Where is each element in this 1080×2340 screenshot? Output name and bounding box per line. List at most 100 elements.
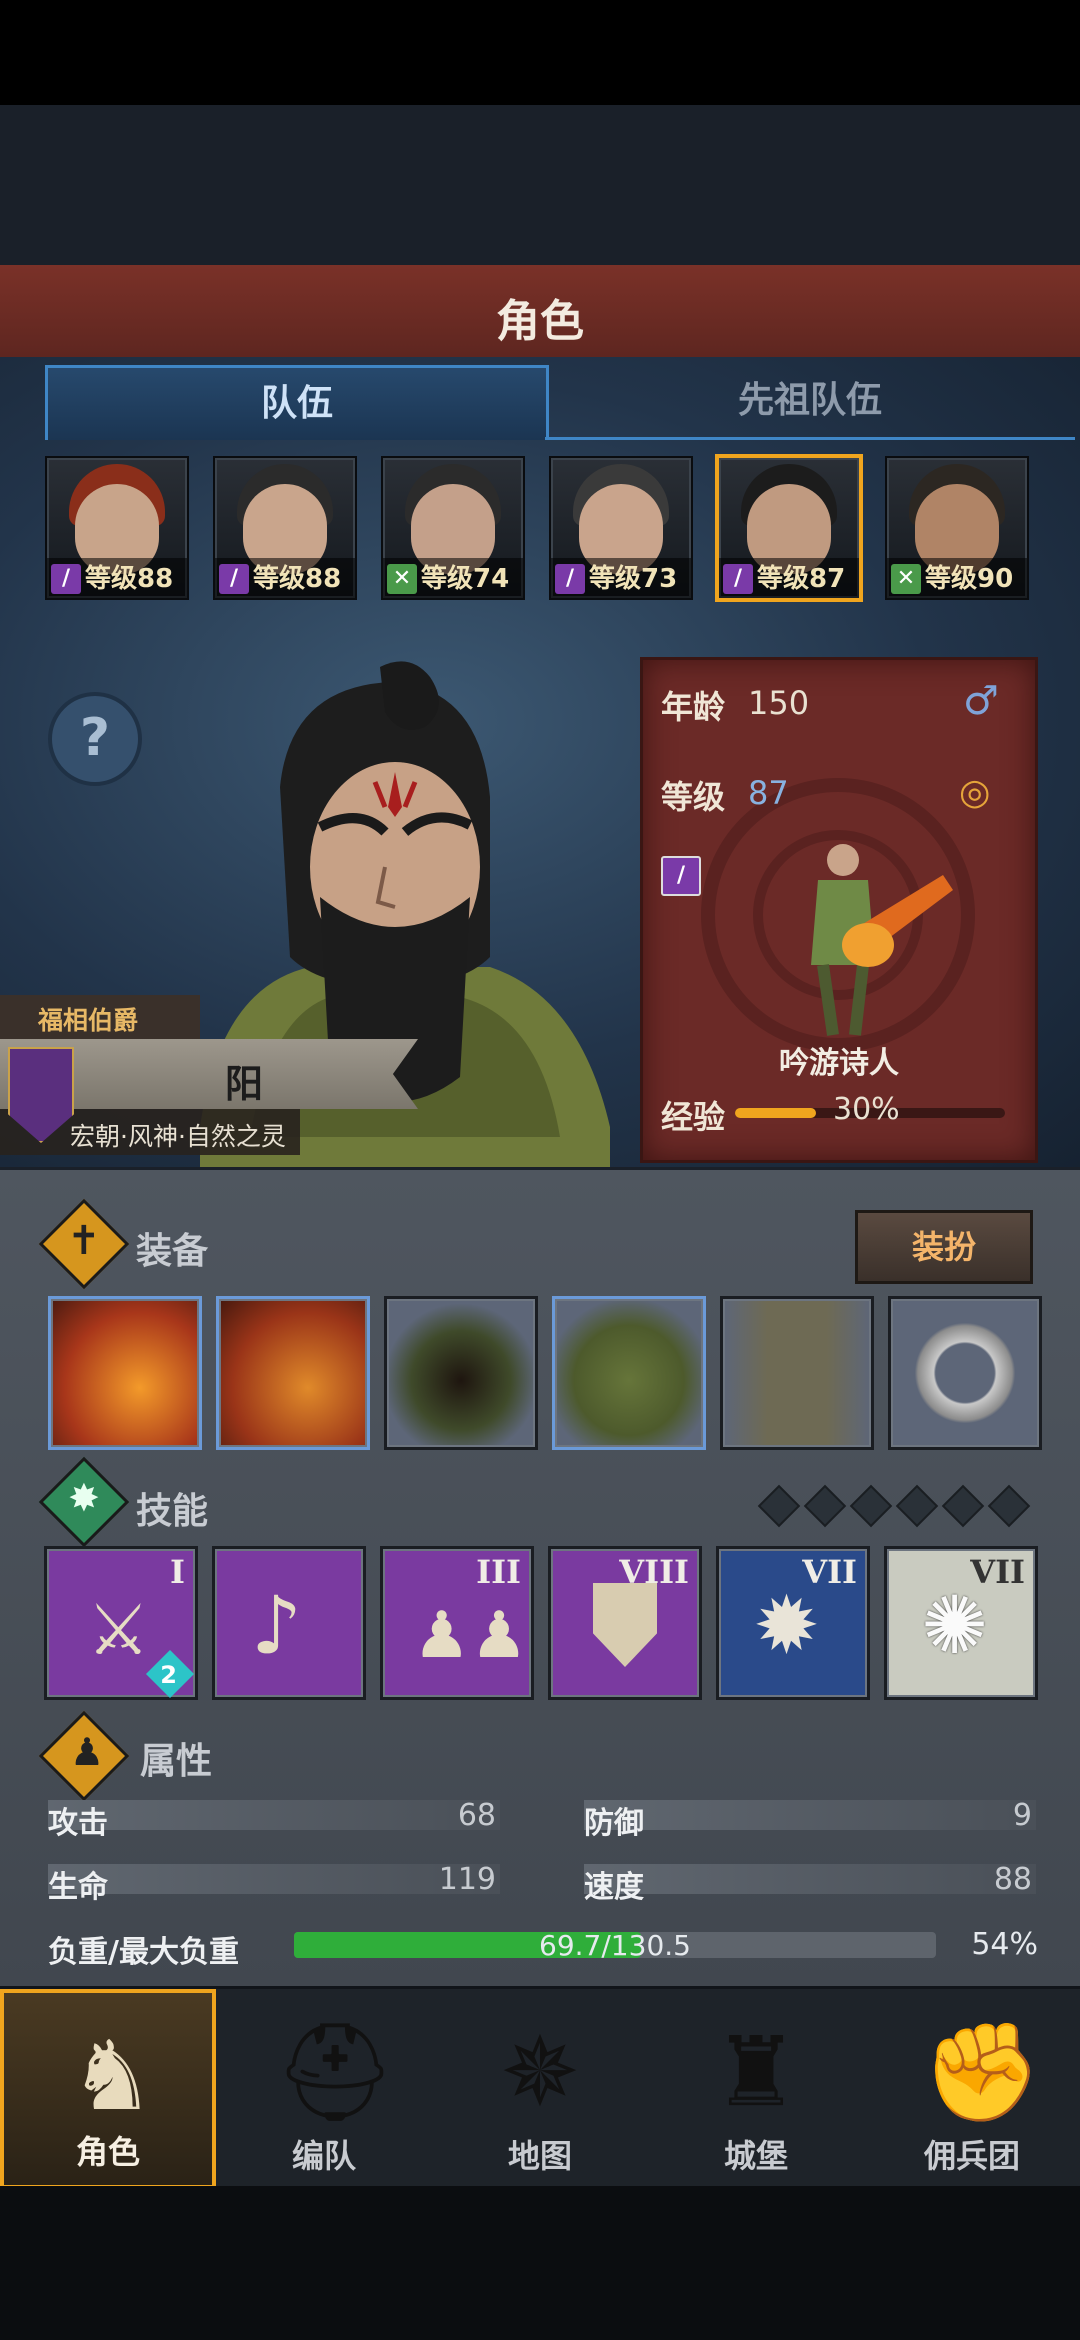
skill-rank: III [476, 1553, 521, 1591]
shield-skill-icon[interactable]: VIII [548, 1546, 702, 1700]
hp-label: 生命 [48, 1870, 108, 1905]
attack-value: 68 [457, 1798, 496, 1833]
level-strip: / 等级88 [215, 558, 355, 598]
castle-icon: ♜ [712, 2016, 800, 2128]
hp-value: 119 [438, 1862, 496, 1897]
party-member-portrait-selected[interactable]: / 等级87 [715, 454, 863, 602]
party-level: 等级88 [85, 564, 174, 594]
ring-icon[interactable]: ◎ [959, 772, 990, 813]
page-header: 角色 [0, 265, 1080, 360]
defense-value: 9 [1012, 1798, 1032, 1833]
dagger-skill-icon[interactable]: I ⚔ 2 [44, 1546, 198, 1700]
skill-badge-count: 2 [160, 1661, 177, 1689]
star-glyph: ✸ [68, 1476, 100, 1520]
bow-icon: ✕ [891, 564, 921, 594]
age-label: 年龄 [661, 688, 726, 726]
system-nav-area [0, 2186, 1080, 2340]
party-level: 等级88 [253, 564, 342, 594]
tab-ancestor-team[interactable]: 先祖队伍 [545, 365, 1075, 440]
compass-icon: ✵ [499, 2016, 581, 2128]
helmet-icon: ⛑ [274, 2016, 396, 2128]
crystal-note-icon[interactable]: ♪ [212, 1546, 366, 1700]
level-strip: / 等级87 [719, 558, 859, 598]
burst-skill-icon[interactable]: VII ✹ [716, 1546, 870, 1700]
nav-formation[interactable]: ⛑ 编队 [216, 1989, 432, 2189]
nav-label: 编队 [291, 2137, 356, 2175]
level-strip: / 等级73 [551, 558, 691, 598]
level-strip: / 等级88 [47, 558, 187, 598]
nav-character[interactable]: ♞ 角色 [0, 1989, 216, 2189]
male-icon: ♂ [963, 678, 999, 724]
nav-mercenary[interactable]: ✊ 佣兵团 [864, 1989, 1080, 2189]
page-title: 角色 [496, 296, 584, 347]
shield-glyph [593, 1583, 657, 1667]
person-glyph: ♟ [70, 1730, 105, 1774]
level-value: 87 [748, 774, 789, 812]
character-panel: 队伍 先祖队伍 / 等级88 / 等级88 ✕ 等级74 / 等级73 / 等级… [0, 357, 1080, 1167]
party-member-portrait[interactable]: / 等级88 [213, 456, 357, 600]
burst-glyph: ✹ [753, 1579, 821, 1672]
fist-icon: ✊ [922, 2016, 1042, 2128]
tab-team[interactable]: 队伍 [45, 365, 549, 440]
defense-label: 防御 [584, 1806, 644, 1841]
tunic-icon[interactable] [552, 1296, 706, 1450]
party-buff-icon[interactable]: III ♟♟ [380, 1546, 534, 1700]
staff-icon: / [723, 564, 753, 594]
load-percent: 54% [971, 1927, 1038, 1962]
bow-icon: ✕ [387, 564, 417, 594]
level-label: 等级 [661, 778, 726, 816]
party-glyph: ♟♟ [413, 1599, 528, 1673]
nav-label: 地图 [507, 2137, 572, 2175]
party-member-portrait[interactable]: / 等级88 [45, 456, 189, 600]
lute-weapon-icon[interactable] [48, 1296, 202, 1450]
knight-icon: ♞ [68, 2020, 156, 2132]
character-traits: 宏朝·风神·自然之灵 [70, 1122, 286, 1151]
skill-rank: I [170, 1553, 185, 1591]
nav-label: 佣兵团 [923, 2137, 1020, 2175]
load-label: 负重/最大负重 [48, 1935, 239, 1970]
attributes-title: 属性 [140, 1741, 213, 1782]
nav-map[interactable]: ✵ 地图 [432, 1989, 648, 2189]
bottom-nav: ♞ 角色 ⛑ 编队 ✵ 地图 ♜ 城堡 ✊ 佣兵团 [0, 1986, 1080, 2189]
party-level: 等级73 [589, 564, 678, 594]
dagger-glyph: ⚔ [87, 1589, 150, 1671]
shatter-glyph: ✺ [921, 1579, 989, 1672]
dress-up-button[interactable]: 装扮 [855, 1210, 1033, 1284]
lute-weapon-icon[interactable] [216, 1296, 370, 1450]
status-bar-area [0, 0, 1080, 105]
load-bar-track: 69.7/130.5 [294, 1929, 936, 1962]
nav-label: 城堡 [723, 2137, 788, 2175]
level-strip: ✕ 等级74 [383, 558, 523, 598]
hood-icon[interactable] [384, 1296, 538, 1450]
staff-icon: / [555, 564, 585, 594]
nav-castle[interactable]: ♜ 城堡 [648, 1989, 864, 2189]
shatter-skill-icon[interactable]: VII ✺ [884, 1546, 1038, 1700]
skills-title: 技能 [136, 1491, 209, 1532]
exp-bar-fill [735, 1108, 816, 1118]
character-info-card: 年龄 150 ♂ 等级 87 ◎ / 吟游诗人 经验 30% [640, 657, 1038, 1163]
ring-icon[interactable] [888, 1296, 1042, 1450]
boots-icon[interactable] [720, 1296, 874, 1450]
cross-glyph: ✝ [67, 1218, 101, 1264]
staff-icon: / [51, 564, 81, 594]
load-value: 69.7/130.5 [539, 1929, 691, 1962]
staff-icon: / [661, 856, 701, 896]
party-level: 等级90 [925, 564, 1014, 594]
staff-icon: / [219, 564, 249, 594]
help-button[interactable]: ? [48, 692, 142, 786]
party-member-portrait[interactable]: ✕ 等级74 [381, 456, 525, 600]
equipment-title: 装备 [136, 1231, 209, 1272]
party-member-portrait[interactable]: / 等级73 [549, 456, 693, 600]
speed-label: 速度 [584, 1870, 644, 1905]
party-member-portrait[interactable]: ✕ 等级90 [885, 456, 1029, 600]
bard-class-figure [811, 844, 953, 1036]
exp-percent: 30% [833, 1092, 900, 1127]
note-glyph: ♪ [251, 1579, 303, 1672]
nav-label: 角色 [75, 2133, 140, 2171]
party-level: 等级87 [757, 564, 846, 594]
character-name: 阳 [225, 1062, 264, 1106]
attack-label: 攻击 [48, 1806, 108, 1841]
exp-label: 经验 [661, 1098, 726, 1136]
noble-title: 福相伯爵 [38, 1006, 139, 1035]
speed-value: 88 [993, 1862, 1032, 1897]
